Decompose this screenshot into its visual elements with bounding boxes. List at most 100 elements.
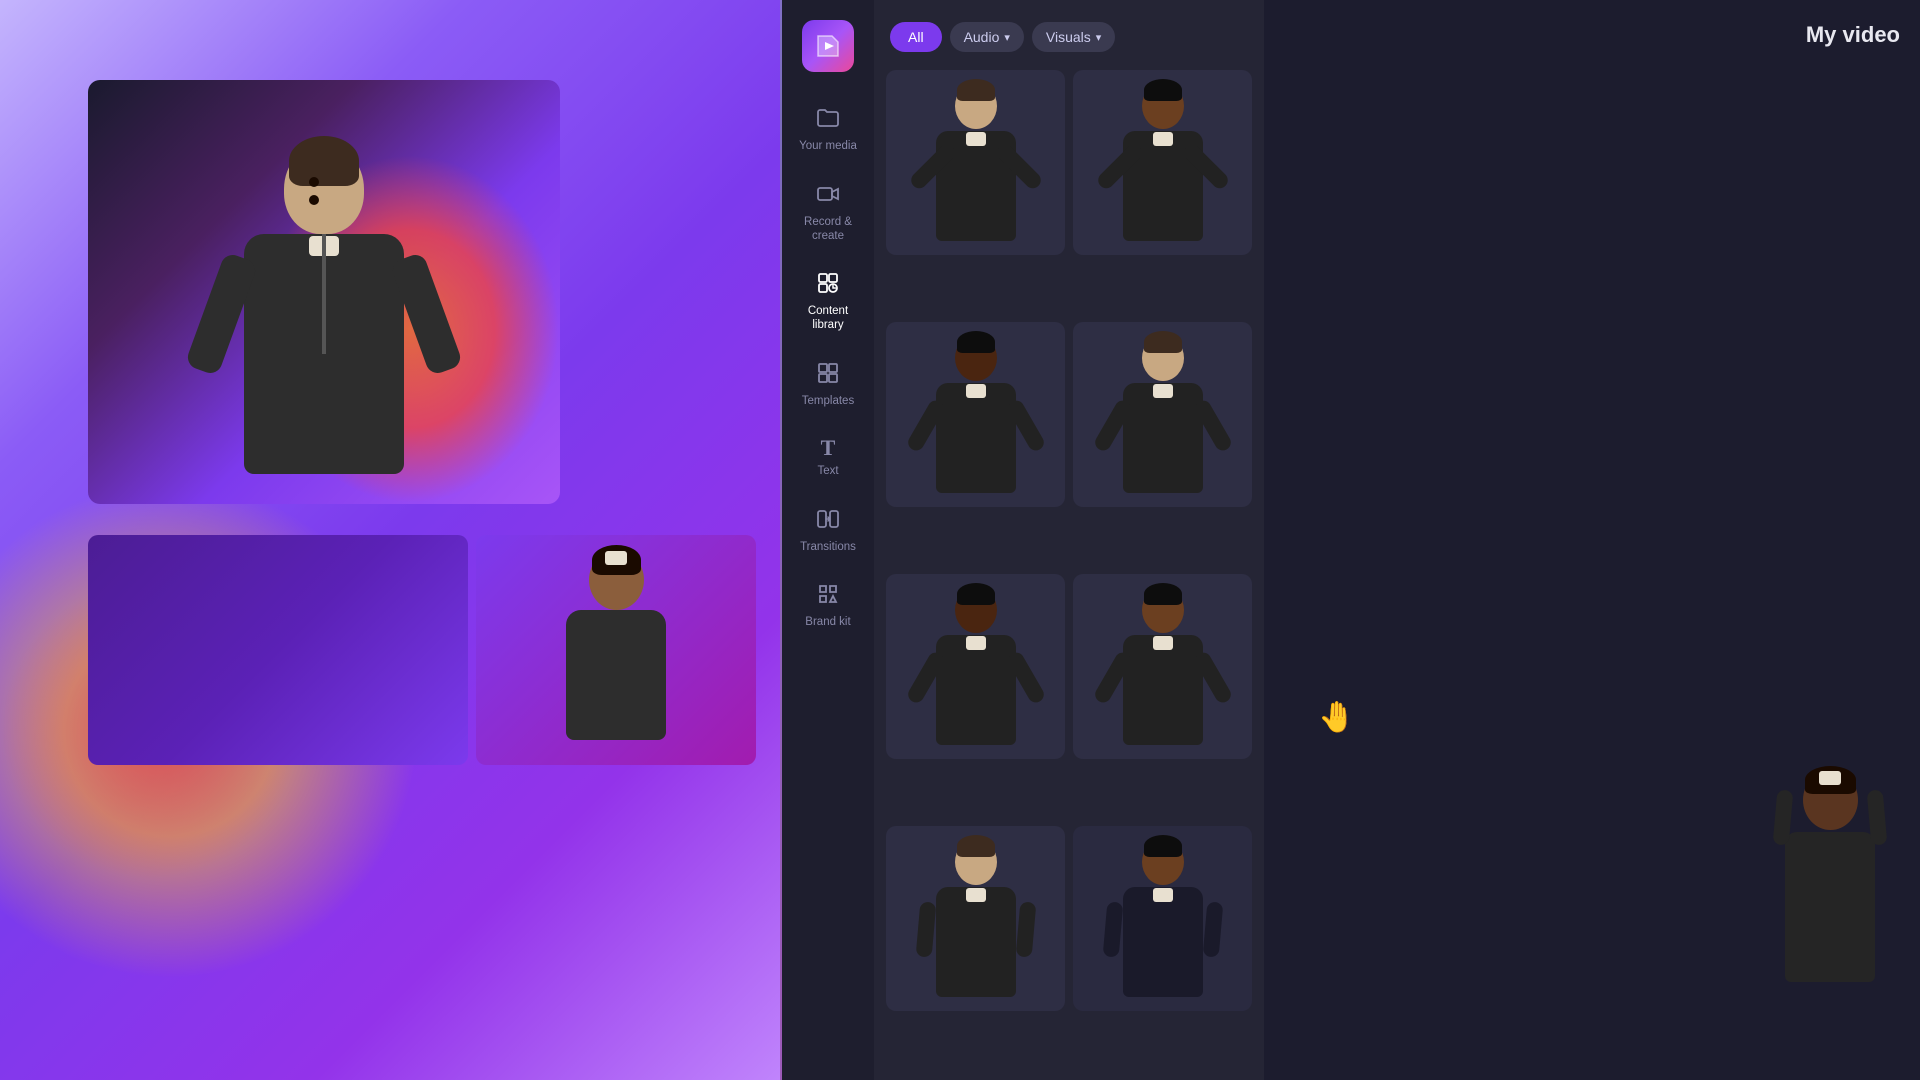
avatar-figure-main [214, 144, 434, 504]
visuals-chevron-icon: ▾ [1096, 31, 1102, 44]
folder-icon [816, 106, 840, 134]
card-head-3 [955, 335, 997, 381]
sidebar-item-text[interactable]: T Text [782, 423, 874, 493]
filter-visuals-button[interactable]: Visuals ▾ [1032, 22, 1115, 52]
audio-label: Audio [964, 29, 1000, 45]
main-avatar [184, 124, 464, 504]
avatar-card-6[interactable] [1073, 574, 1252, 759]
card-body-7 [936, 887, 1016, 997]
avatar-panel: All Audio ▾ Visuals ▾ [874, 0, 1264, 1080]
card-arm-left-8 [1102, 901, 1123, 957]
right-panel: My video [1264, 0, 1920, 1080]
card-head-6 [1142, 587, 1184, 633]
avatar-figure-2 [1113, 83, 1213, 243]
card-arms-2 [1105, 146, 1221, 201]
card-arms-6 [1105, 650, 1221, 705]
avatar-card-5[interactable] [886, 574, 1065, 759]
card-hair-7 [957, 835, 995, 857]
card-hair-5 [957, 583, 995, 605]
sidebar-item-brand-kit[interactable]: Brand kit [782, 568, 874, 644]
avatar-card-7[interactable] [886, 826, 1065, 1011]
video-bottom-left-panel [88, 535, 468, 765]
sidebar-item-transitions[interactable]: Transitions [782, 493, 874, 569]
avatar-head [284, 144, 364, 234]
text-icon: T [821, 437, 836, 459]
canvas-area [0, 0, 780, 1080]
card-arms-8 [1105, 902, 1221, 957]
card-arm-left-5 [905, 649, 946, 705]
app-logo[interactable] [802, 20, 854, 72]
avatar-figure-6 [1113, 587, 1213, 747]
card-shirt-2 [1153, 132, 1173, 146]
card-arm-left-7 [915, 901, 936, 957]
avatar-card-4[interactable] [1073, 322, 1252, 507]
avatar-card-2[interactable] [1073, 70, 1252, 255]
sidebar-label-record-create: Record &create [804, 216, 852, 244]
sidebar-label-transitions: Transitions [800, 541, 856, 555]
card-arms-4 [1105, 398, 1221, 453]
panel-header: All Audio ▾ Visuals ▾ [874, 0, 1264, 70]
card-shirt-1 [966, 132, 986, 146]
partial-body [1785, 832, 1875, 982]
avatar-card-8[interactable] [1073, 826, 1252, 1011]
avatar-figure-8 [1113, 839, 1213, 999]
card-arm-right-8 [1202, 901, 1223, 957]
avatar-body [244, 234, 404, 474]
card-hair-3 [957, 331, 995, 353]
avatar-card-3[interactable] [886, 322, 1065, 507]
card-shirt-5 [966, 636, 986, 650]
sidebar-item-your-media[interactable]: Your media [782, 92, 874, 168]
filter-all-button[interactable]: All [890, 22, 942, 52]
card-head-5 [955, 587, 997, 633]
arm-left [185, 252, 259, 377]
card-shirt-4 [1153, 384, 1173, 398]
sidebar-item-templates[interactable]: Templates [782, 347, 874, 423]
avatar-eye-left [309, 177, 319, 187]
sidebar-label-brand-kit: Brand kit [805, 616, 850, 630]
avatar-figure-5 [926, 587, 1026, 747]
card-arms-1 [918, 146, 1034, 201]
card-arm-left-2 [1094, 141, 1144, 191]
card-arms-7 [918, 902, 1034, 957]
partial-avatar [1770, 770, 1890, 1000]
card-body-8 [1123, 887, 1203, 997]
card-arms-3 [918, 398, 1034, 453]
video-top-panel [88, 80, 560, 504]
sidebar-item-record-create[interactable]: Record &create [782, 168, 874, 258]
avatar-figure-7 [926, 839, 1026, 999]
sidebar-label-your-media: Your media [799, 140, 857, 154]
card-arm-right-3 [1005, 397, 1046, 453]
sidebar-label-content-library: Contentlibrary [808, 305, 848, 333]
right-panel-title: My video [1284, 22, 1900, 48]
avatar-small [546, 550, 686, 750]
avatar-figure-3 [926, 335, 1026, 495]
arm-right [390, 252, 464, 377]
card-hair-8 [1144, 835, 1182, 857]
avatar-card-1[interactable] [886, 70, 1065, 255]
card-hair-1 [957, 79, 995, 101]
avatar-eye-right [309, 195, 319, 205]
card-arm-right-2 [1180, 141, 1230, 191]
card-body-2 [1123, 131, 1203, 241]
card-body-5 [936, 635, 1016, 745]
card-arm-right-7 [1015, 901, 1036, 957]
card-arm-right-6 [1192, 649, 1233, 705]
card-arm-right-4 [1192, 397, 1233, 453]
card-hair-2 [1144, 79, 1182, 101]
content-library-icon [816, 271, 840, 299]
avatar-figure-1 [926, 83, 1026, 243]
card-head-2 [1142, 83, 1184, 129]
avatar-small-body [566, 610, 666, 740]
sidebar-label-text: Text [817, 465, 838, 479]
transitions-icon [816, 507, 840, 535]
card-head-8 [1142, 839, 1184, 885]
card-body-1 [936, 131, 1016, 241]
templates-icon [816, 361, 840, 389]
audio-chevron-icon: ▾ [1004, 31, 1010, 44]
card-arm-left-3 [905, 397, 946, 453]
card-arm-right-5 [1005, 649, 1046, 705]
card-head-7 [955, 839, 997, 885]
sidebar-item-content-library[interactable]: Contentlibrary [782, 257, 874, 347]
filter-audio-button[interactable]: Audio ▾ [950, 22, 1024, 52]
avatar-figure-4 [1113, 335, 1213, 495]
